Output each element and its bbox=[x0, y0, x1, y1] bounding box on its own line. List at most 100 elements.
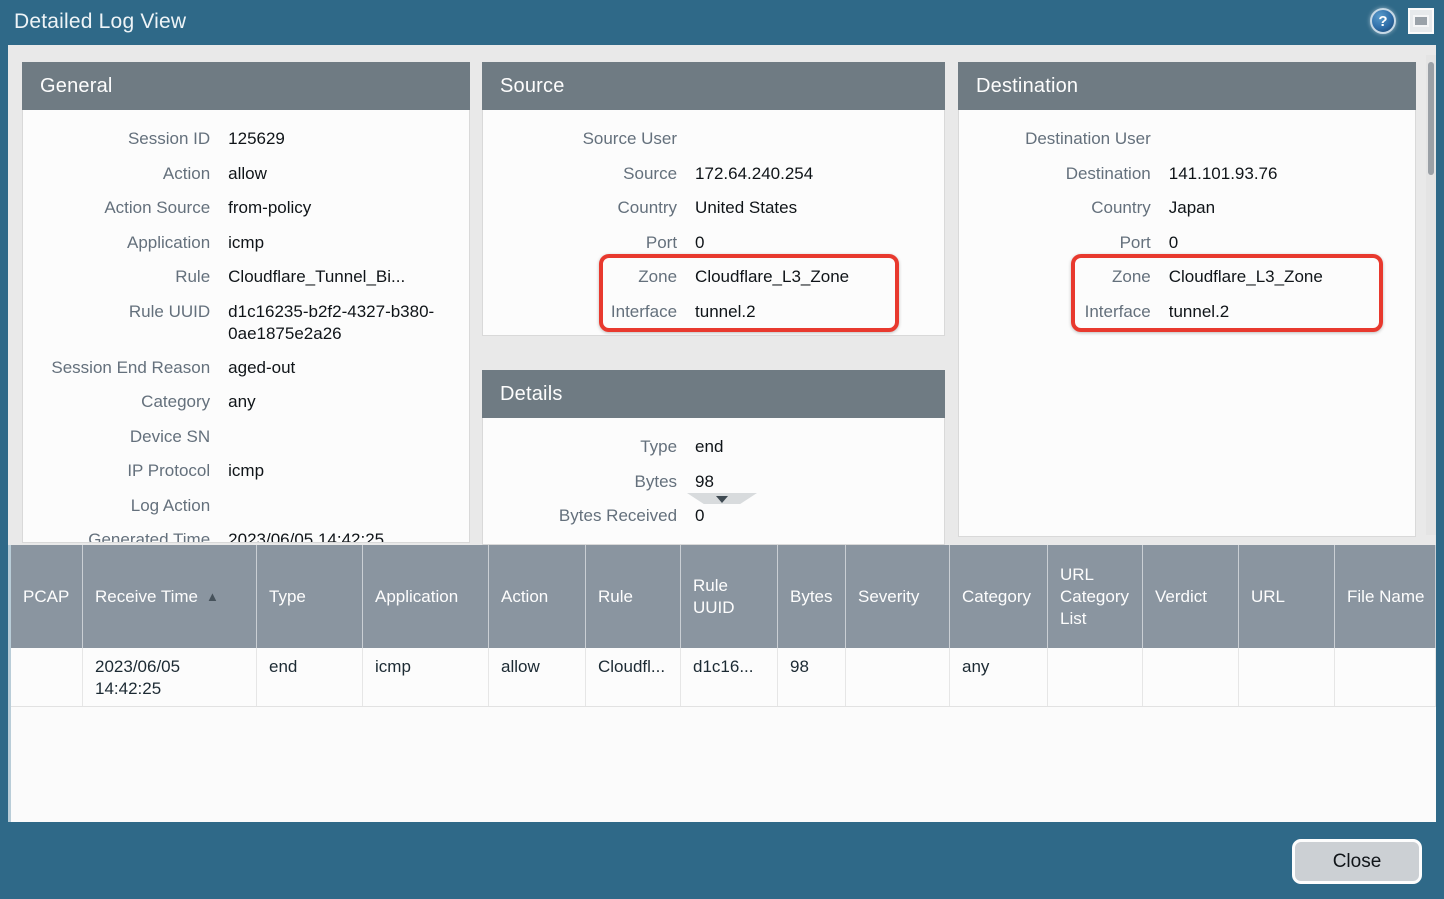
column-header-label: Rule bbox=[598, 586, 633, 608]
field-value: United States bbox=[695, 197, 811, 219]
field-row: RuleCloudflare_Tunnel_Bi... bbox=[23, 260, 469, 295]
cell-url bbox=[1239, 648, 1335, 706]
details-panel-body: TypeendBytes98Bytes Received0 bbox=[482, 418, 945, 545]
field-row: Source User bbox=[483, 122, 944, 157]
column-header-bytes[interactable]: Bytes bbox=[778, 545, 846, 648]
cell-url-category-list bbox=[1048, 648, 1143, 706]
field-row: Generated Time2023/06/05 14:42:25 bbox=[23, 523, 469, 543]
cell-application: icmp bbox=[363, 648, 489, 706]
field-label: Log Action bbox=[23, 495, 228, 517]
field-label: Device SN bbox=[23, 426, 228, 448]
field-value: 0 bbox=[695, 232, 718, 254]
field-row: Destination141.101.93.76 bbox=[959, 157, 1415, 192]
column-header-application[interactable]: Application bbox=[363, 545, 489, 648]
field-value: allow bbox=[228, 163, 281, 185]
scrollbar-thumb[interactable] bbox=[1428, 62, 1434, 175]
column-header-rule-uuid[interactable]: Rule UUID bbox=[681, 545, 778, 648]
general-panel: General Session ID125629 Actionallow Actio… bbox=[22, 62, 470, 543]
column-header-rule[interactable]: Rule bbox=[586, 545, 681, 648]
titlebar-icons: ? bbox=[1370, 8, 1434, 34]
field-row: Session End Reasonaged-out bbox=[23, 351, 469, 386]
field-label: Bytes bbox=[483, 471, 695, 493]
column-header-label: Application bbox=[375, 586, 458, 608]
cell-rule: Cloudfl... bbox=[586, 648, 681, 706]
field-row: Actionallow bbox=[23, 157, 469, 192]
column-header-type[interactable]: Type bbox=[257, 545, 363, 648]
field-label: Interface bbox=[483, 301, 695, 323]
column-header-url-category-list[interactable]: URL Category List bbox=[1048, 545, 1143, 648]
details-panel-header: Details bbox=[482, 370, 945, 418]
general-panel-header: General bbox=[22, 62, 470, 110]
field-row: Interfacetunnel.2 bbox=[483, 295, 944, 330]
general-panel-body: Session ID125629 Actionallow Action Source… bbox=[22, 110, 470, 543]
field-label: Zone bbox=[959, 266, 1169, 288]
log-table-row[interactable]: 2023/06/05 14:42:25endicmpallowCloudfl..… bbox=[11, 648, 1436, 707]
cell-receive-time: 2023/06/05 14:42:25 bbox=[83, 648, 257, 706]
column-header-severity[interactable]: Severity bbox=[846, 545, 950, 648]
cell-severity bbox=[846, 648, 950, 706]
destination-panel-header: Destination bbox=[958, 62, 1416, 110]
column-header-label: Severity bbox=[858, 586, 919, 608]
cell-file-name bbox=[1335, 648, 1436, 706]
field-value: d1c16235-b2f2-4327-b380-0ae1875e2a26 bbox=[228, 301, 469, 345]
field-row: Interfacetunnel.2 bbox=[959, 295, 1415, 330]
field-value: 125629 bbox=[228, 128, 299, 150]
field-value: tunnel.2 bbox=[695, 301, 770, 323]
column-header-label: Receive Time bbox=[95, 586, 198, 608]
column-header-file-name[interactable]: File Name bbox=[1335, 545, 1436, 648]
column-header-label: PCAP bbox=[23, 586, 69, 608]
dialog-titlebar: Detailed Log View ? bbox=[0, 0, 1444, 45]
field-row: Typeend bbox=[483, 430, 944, 465]
field-label: Port bbox=[959, 232, 1169, 254]
field-value: any bbox=[228, 391, 269, 413]
field-value: 0 bbox=[1169, 232, 1192, 254]
dialog-title: Detailed Log View bbox=[14, 10, 186, 34]
column-header-pcap[interactable]: PCAP bbox=[11, 545, 83, 648]
sort-asc-icon: ▲ bbox=[206, 586, 219, 608]
log-table-section: PCAP Receive Time ▲ Type Application Action Ru… bbox=[8, 545, 1436, 822]
field-row: IP Protocolicmp bbox=[23, 454, 469, 489]
close-button[interactable]: Close bbox=[1292, 839, 1422, 884]
column-header-verdict[interactable]: Verdict bbox=[1143, 545, 1239, 648]
field-label: Session End Reason bbox=[23, 357, 228, 379]
field-row: Categoryany bbox=[23, 385, 469, 420]
window-icon[interactable] bbox=[1408, 8, 1434, 34]
source-panel-header: Source bbox=[482, 62, 945, 110]
column-header-url[interactable]: URL bbox=[1239, 545, 1335, 648]
field-label: Source bbox=[483, 163, 695, 185]
help-icon[interactable]: ? bbox=[1370, 8, 1396, 34]
field-row: Port0 bbox=[483, 226, 944, 261]
field-label: Destination bbox=[959, 163, 1169, 185]
field-row: Port0 bbox=[959, 226, 1415, 261]
log-table-header: PCAP Receive Time ▲ Type Application Action Ru… bbox=[11, 545, 1436, 648]
field-value: aged-out bbox=[228, 357, 309, 379]
field-label: Country bbox=[959, 197, 1169, 219]
column-header-label: Rule UUID bbox=[693, 575, 767, 619]
field-row: Log Action bbox=[23, 489, 469, 524]
field-value: 2023/06/05 14:42:25 bbox=[228, 529, 398, 543]
source-panel: Source Source UserSource172.64.240.254Co… bbox=[482, 62, 945, 336]
column-header-action[interactable]: Action bbox=[489, 545, 586, 648]
column-header-receive-time[interactable]: Receive Time ▲ bbox=[83, 545, 257, 648]
field-row: Destination User bbox=[959, 122, 1415, 157]
field-value: 0 bbox=[695, 505, 718, 527]
field-row: CountryJapan bbox=[959, 191, 1415, 226]
field-label: Session ID bbox=[23, 128, 228, 150]
field-value: Cloudflare_L3_Zone bbox=[695, 266, 863, 288]
field-row: Applicationicmp bbox=[23, 226, 469, 261]
field-label: Interface bbox=[959, 301, 1169, 323]
field-row: ZoneCloudflare_L3_Zone bbox=[483, 260, 944, 295]
column-header-category[interactable]: Category bbox=[950, 545, 1048, 648]
scrollbar-track bbox=[1426, 55, 1436, 535]
field-value: tunnel.2 bbox=[1169, 301, 1244, 323]
field-label: Action Source bbox=[23, 197, 228, 219]
field-label: Application bbox=[23, 232, 228, 254]
field-label: Destination User bbox=[959, 128, 1169, 150]
field-value: 98 bbox=[695, 471, 728, 493]
cell-type: end bbox=[257, 648, 363, 706]
field-row: CountryUnited States bbox=[483, 191, 944, 226]
field-row: Source172.64.240.254 bbox=[483, 157, 944, 192]
column-header-label: Type bbox=[269, 586, 306, 608]
cell-action: allow bbox=[489, 648, 586, 706]
cell-bytes: 98 bbox=[778, 648, 846, 706]
